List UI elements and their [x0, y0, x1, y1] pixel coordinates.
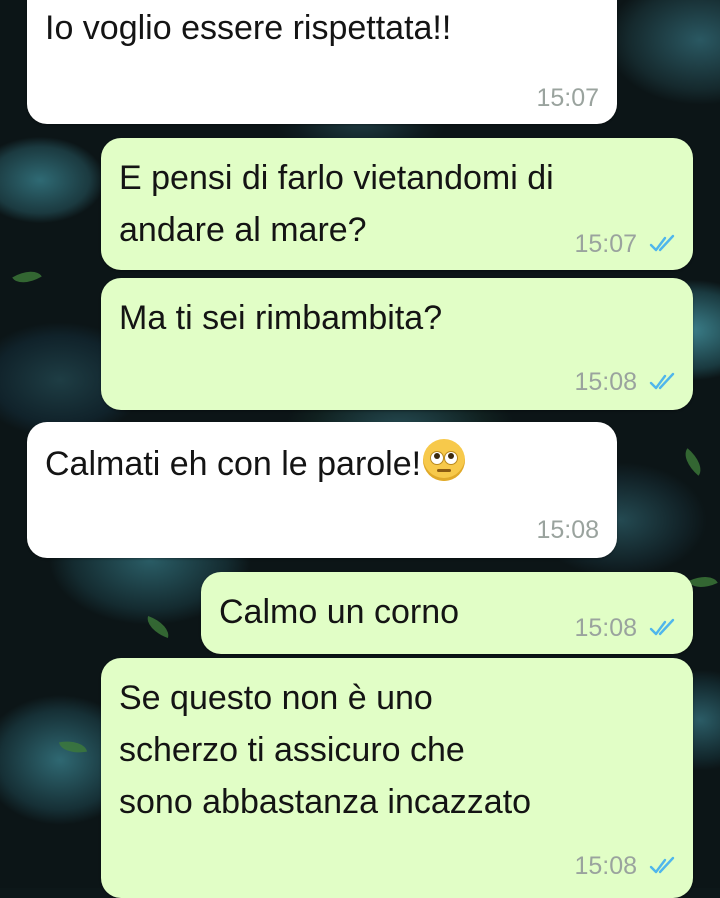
message-text-line: sono abbastanza incazzato — [119, 783, 532, 821]
read-double-check-icon — [649, 234, 675, 252]
message-time: 15:08 — [536, 516, 599, 544]
message-text-line: Se questo non è uno — [119, 679, 433, 717]
outgoing-message[interactable]: Ma ti sei rimbambita? 15:08 — [101, 278, 693, 410]
message-time: 15:07 — [536, 84, 599, 112]
message-time: 15:07 — [574, 230, 637, 258]
wallpaper-leaf — [678, 448, 708, 476]
wallpaper-leaf — [143, 615, 173, 639]
incoming-message[interactable]: Calmati eh con le parole! 15:08 — [27, 422, 617, 558]
message-text: Io voglio essere rispettata!! — [45, 9, 452, 47]
read-double-check-icon — [649, 618, 675, 636]
message-text-line: E pensi di farlo vietandomi di — [119, 159, 554, 197]
outgoing-message[interactable]: E pensi di farlo vietandomi di andare al… — [101, 138, 693, 270]
wallpaper-leaf — [12, 264, 42, 290]
message-text: Calmati eh con le parole! — [45, 445, 422, 483]
message-text-line: scherzo ti assicuro che — [119, 731, 465, 769]
incoming-message[interactable]: Io voglio essere rispettata!! 15:07 — [27, 0, 617, 124]
message-time: 15:08 — [574, 852, 637, 880]
wallpaper-leaf — [58, 737, 88, 757]
message-text-line: andare al mare? — [119, 211, 367, 249]
message-text-row: Calmati eh con le parole! — [45, 438, 466, 490]
message-text: Calmo un corno — [219, 593, 460, 631]
outgoing-message[interactable]: Se questo non è uno scherzo ti assicuro … — [101, 658, 693, 898]
face-with-rolling-eyes-icon — [423, 439, 466, 481]
message-time: 15:08 — [574, 368, 637, 396]
message-time: 15:08 — [574, 614, 637, 642]
outgoing-message[interactable]: Calmo un corno 15:08 — [201, 572, 693, 654]
read-double-check-icon — [649, 856, 675, 874]
message-text: Ma ti sei rimbambita? — [119, 299, 443, 337]
read-double-check-icon — [649, 372, 675, 390]
